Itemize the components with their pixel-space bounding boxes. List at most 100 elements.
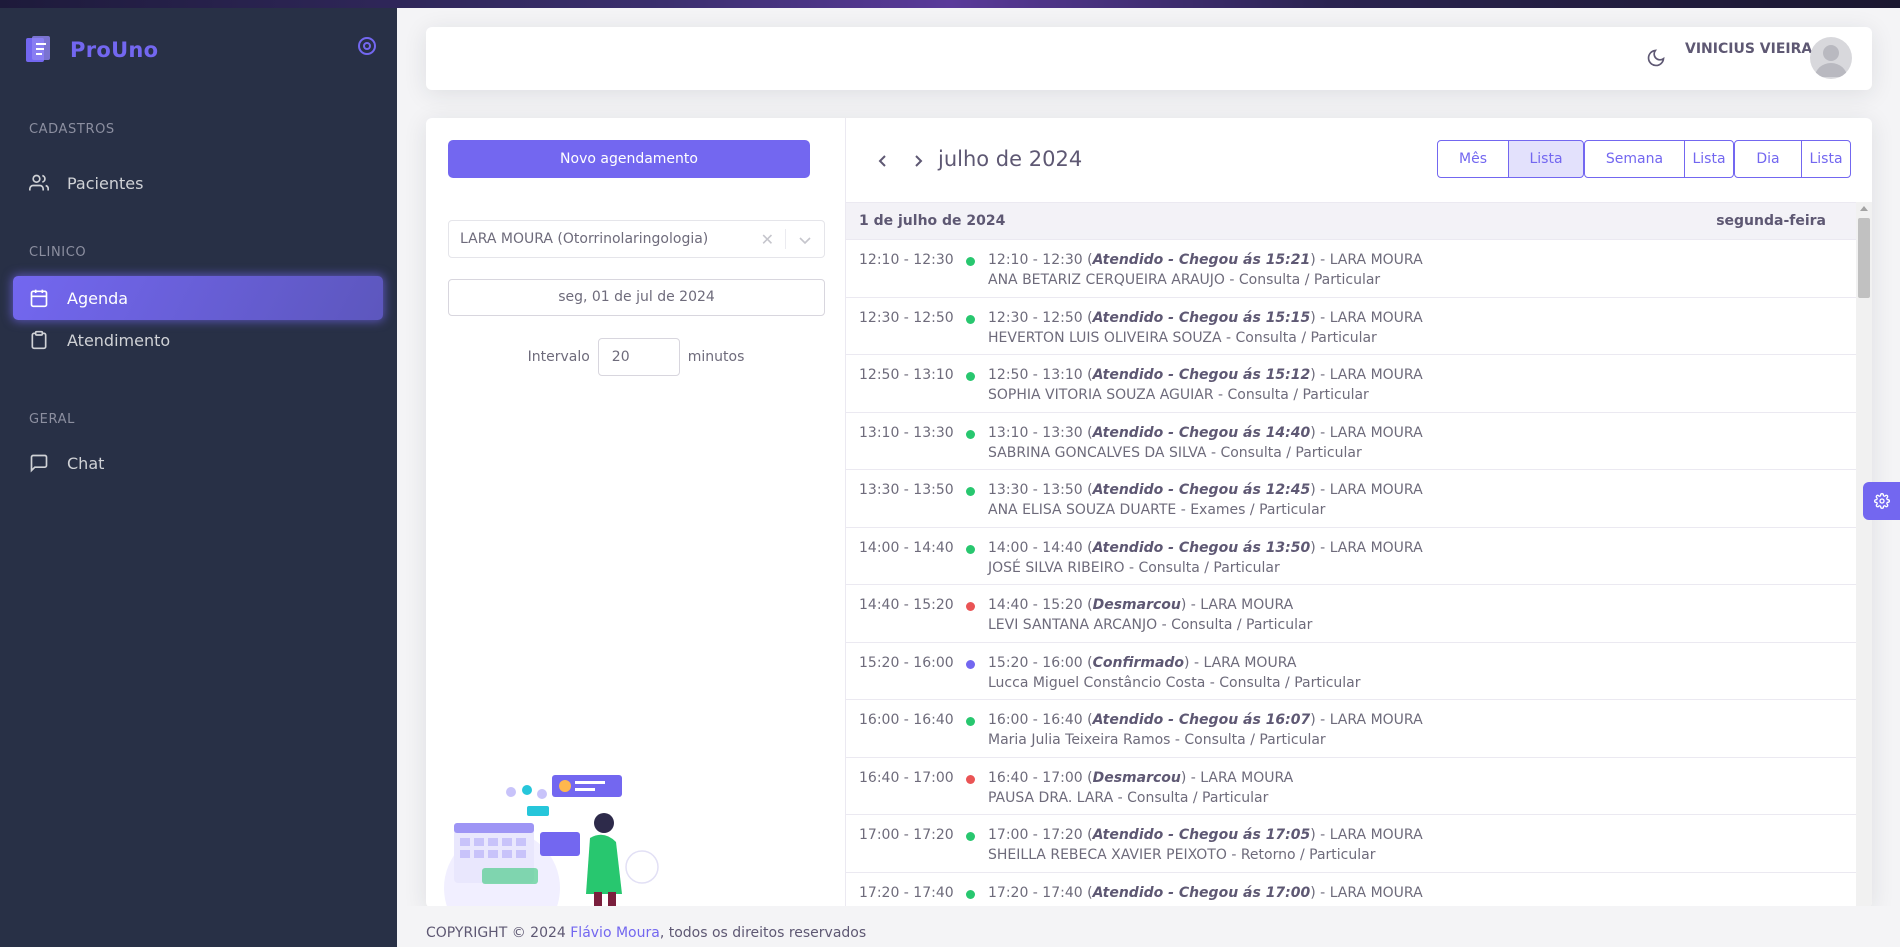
event-title-line: 16:00 - 16:40 (Atendido - Chegou ás 16:0… <box>988 712 1423 728</box>
event-range: 14:00 - 14:40 <box>988 539 1083 556</box>
event-dot-cell <box>956 815 988 872</box>
chevron-right-icon[interactable] <box>909 152 927 170</box>
event-text: 12:30 - 12:50 (Atendido - Chegou ás 15:1… <box>988 298 1423 355</box>
view-week-button[interactable]: Semana <box>1584 140 1685 178</box>
event-row[interactable]: 15:20 - 16:00 15:20 - 16:00 (Confirmado) … <box>846 643 1856 700</box>
event-patient: SOPHIA VITORIA SOUZA AGUIAR - Consulta /… <box>988 387 1369 403</box>
agenda-sidebar-panel: Novo agendamento LARA MOURA (Otorrinolar… <box>426 118 846 908</box>
event-dot-cell <box>956 700 988 757</box>
event-list: 1 de julho de 2024 segunda-feira 12:10 -… <box>846 202 1872 908</box>
sidebar-item-pacientes[interactable]: Pacientes <box>13 161 383 205</box>
sidebar-item-label: Chat <box>67 453 105 473</box>
day-header-date: 1 de julho de 2024 <box>859 213 1006 229</box>
event-row[interactable]: 13:10 - 13:30 13:10 - 13:30 (Atendido - C… <box>846 413 1856 470</box>
event-dot-cell <box>956 643 988 700</box>
event-row[interactable]: 13:30 - 13:50 13:30 - 13:50 (Atendido - C… <box>846 470 1856 528</box>
event-doctor: LARA MOURA <box>1203 654 1297 671</box>
event-status-dot <box>966 314 975 324</box>
event-row[interactable]: 12:10 - 12:30 12:10 - 12:30 (Atendido - C… <box>846 240 1856 298</box>
event-patient: HEVERTON LUIS OLIVEIRA SOUZA - Consulta … <box>988 329 1377 346</box>
event-patient: Maria Julia Teixeira Ramos - Consulta / … <box>988 732 1326 748</box>
event-title-line: 14:40 - 15:20 (Desmarcou) - LARA MOURA <box>988 597 1294 613</box>
event-row[interactable]: 12:30 - 12:50 12:30 - 12:50 (Atendido - C… <box>846 298 1856 355</box>
view-week-list-button[interactable]: Lista <box>1684 140 1734 178</box>
avatar[interactable] <box>1810 37 1852 79</box>
chevron-down-icon[interactable] <box>798 233 812 247</box>
event-doctor: LARA MOURA <box>1200 597 1294 613</box>
chevron-left-icon[interactable] <box>874 152 892 170</box>
event-text: 15:20 - 16:00 (Confirmado) - LARA MOURA L… <box>988 643 1361 700</box>
event-range: 13:30 - 13:50 <box>988 482 1083 498</box>
scrollbar-thumb[interactable] <box>1858 218 1870 298</box>
event-status: Desmarcou <box>1092 597 1181 613</box>
new-appointment-button[interactable]: Novo agendamento <box>448 140 810 178</box>
event-status-dot <box>966 659 975 669</box>
event-title-line: 12:50 - 13:10 (Atendido - Chegou ás 15:1… <box>988 367 1423 383</box>
event-status: Desmarcou <box>1092 769 1181 786</box>
event-time: 17:00 - 17:20 <box>859 827 954 843</box>
user-name[interactable]: VINICIUS VIEIRA <box>1685 41 1812 57</box>
sidebar-item-agenda[interactable]: Agenda <box>13 276 383 320</box>
event-range: 12:50 - 13:10 <box>988 367 1083 383</box>
event-row[interactable]: 14:40 - 15:20 14:40 - 15:20 (Desmarcou) -… <box>846 585 1856 643</box>
event-text: 14:40 - 15:20 (Desmarcou) - LARA MOURA LE… <box>988 585 1312 642</box>
event-range: 17:00 - 17:20 <box>988 827 1083 843</box>
event-row[interactable]: 12:50 - 13:10 12:50 - 13:10 (Atendido - C… <box>846 355 1856 413</box>
view-month-button[interactable]: Mês <box>1437 140 1509 178</box>
disc-toggle-icon[interactable] <box>356 35 378 57</box>
event-row[interactable]: 16:40 - 17:00 16:40 - 17:00 (Desmarcou) -… <box>846 758 1856 815</box>
event-time: 12:10 - 12:30 <box>859 252 954 268</box>
event-status: Atendido - Chegou ás 12:45 <box>1092 482 1311 498</box>
event-doctor: LARA MOURA <box>1329 827 1423 843</box>
sidebar-item-chat[interactable]: Chat <box>13 441 383 485</box>
event-doctor: LARA MOURA <box>1329 712 1423 728</box>
footer-author-link[interactable]: Flávio Moura <box>570 925 660 941</box>
event-patient: JOSÉ SILVA RIBEIRO - Consulta / Particul… <box>988 559 1280 576</box>
event-patient: PAUSA DRA. LARA - Consulta / Particular <box>988 789 1269 806</box>
clear-icon[interactable]: ✕ <box>761 230 774 249</box>
event-status-dot <box>966 717 975 726</box>
gear-icon <box>1873 493 1890 509</box>
event-dot-cell <box>956 758 988 815</box>
event-status: Atendido - Chegou ás 15:15 <box>1092 309 1311 326</box>
scrollbar-track[interactable] <box>1856 202 1872 908</box>
event-text: 16:00 - 16:40 (Atendido - Chegou ás 16:0… <box>988 700 1423 757</box>
clipboard-icon <box>31 330 47 350</box>
event-range: 17:20 - 17:40 <box>988 884 1083 901</box>
event-status: Atendido - Chegou ás 15:21 <box>1092 252 1311 268</box>
event-patient: SHEILLA REBECA XAVIER PEIXOTO - Retorno … <box>988 847 1376 863</box>
sidebar-item-label: Pacientes <box>67 173 144 193</box>
event-time: 14:40 - 15:20 <box>859 597 954 613</box>
event-status-dot <box>966 487 975 496</box>
customizer-toggle[interactable] <box>1863 482 1900 520</box>
sidebar-item-label: Agenda <box>67 288 129 308</box>
view-day-list-button[interactable]: Lista <box>1801 140 1851 178</box>
event-text: 12:10 - 12:30 (Atendido - Chegou ás 15:2… <box>988 240 1423 297</box>
event-range: 13:10 - 13:30 <box>988 424 1083 441</box>
interval-input[interactable] <box>597 338 680 376</box>
scroll-up-arrow[interactable] <box>1860 206 1868 211</box>
calendar-icon <box>30 289 48 308</box>
users-icon <box>29 174 49 191</box>
doctor-select[interactable]: LARA MOURA (Otorrinolaringologia) ✕ <box>448 220 825 258</box>
brand[interactable]: ProUno <box>24 34 158 66</box>
event-row[interactable]: 17:20 - 17:40 17:20 - 17:40 (Atendido - C… <box>846 873 1856 909</box>
view-day-button[interactable]: Dia <box>1734 140 1802 178</box>
message-square-icon <box>30 454 48 473</box>
event-row[interactable]: 16:00 - 16:40 16:00 - 16:40 (Atendido - C… <box>846 700 1856 758</box>
event-row[interactable]: 14:00 - 14:40 14:00 - 14:40 (Atendido - C… <box>846 528 1856 585</box>
agenda-card: Novo agendamento LARA MOURA (Otorrinolar… <box>426 118 1872 908</box>
event-row[interactable]: 17:00 - 17:20 17:00 - 17:20 (Atendido - C… <box>846 815 1856 873</box>
brand-name: ProUno <box>70 38 159 62</box>
section-title-geral: GERAL <box>29 412 75 427</box>
browser-top-strip <box>0 0 1900 8</box>
view-month-list-button[interactable]: Lista <box>1508 140 1584 178</box>
sidebar-item-atendimento[interactable]: Atendimento <box>13 318 383 362</box>
sidebar: ProUno CADASTROS Pacientes CLINICO Agend… <box>0 8 397 947</box>
event-patient: SABRINA GONCALVES DA SILVA - Consulta / … <box>988 444 1362 461</box>
date-picker-input[interactable]: seg, 01 de jul de 2024 <box>448 279 825 316</box>
moon-icon[interactable] <box>1646 48 1666 68</box>
event-doctor: LARA MOURA <box>1329 252 1423 268</box>
calendar-illustration <box>444 775 659 908</box>
event-text: 13:30 - 13:50 (Atendido - Chegou ás 12:4… <box>988 470 1423 527</box>
